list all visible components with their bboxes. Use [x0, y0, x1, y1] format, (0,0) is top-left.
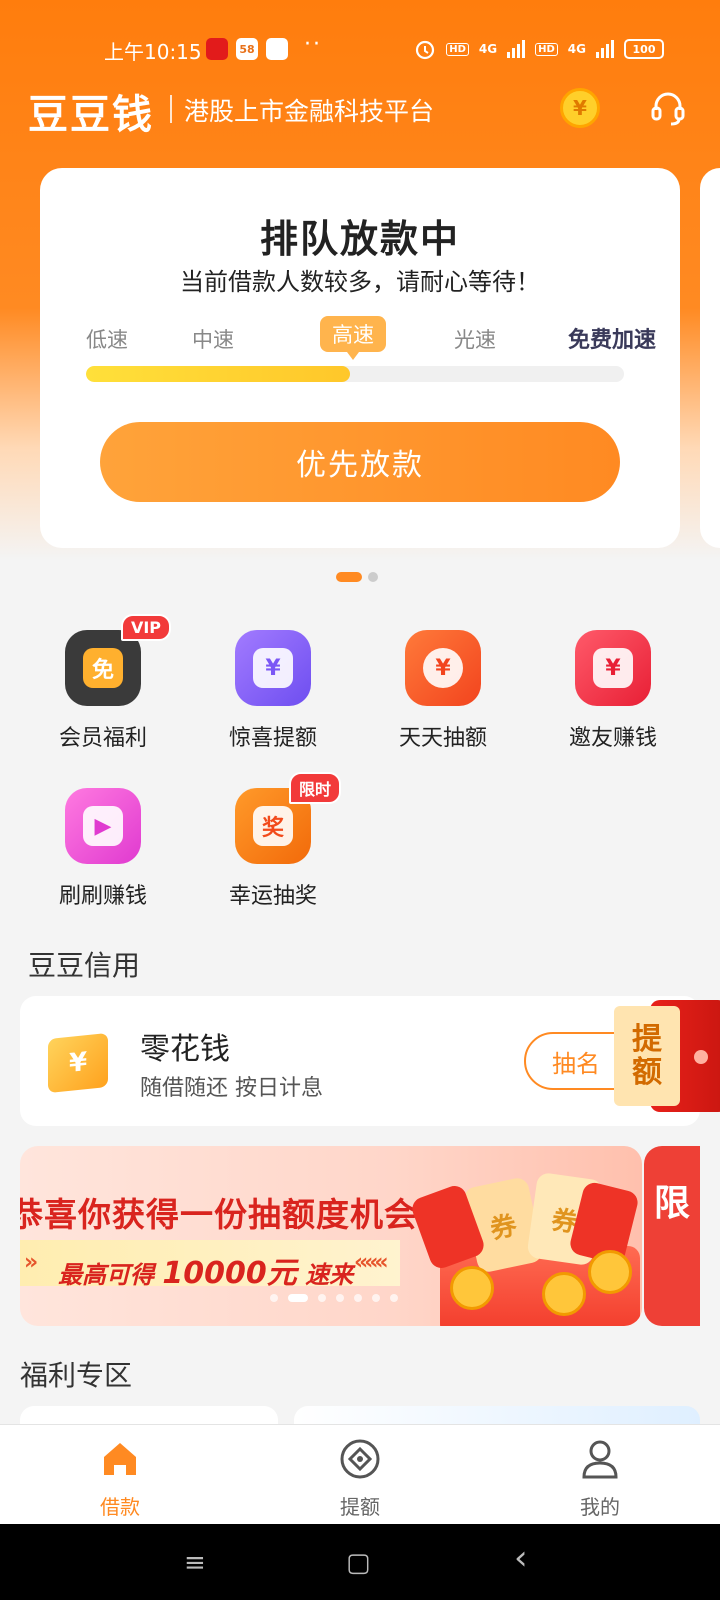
speed-progress-fill [86, 366, 350, 382]
vip-badge: VIP [120, 614, 171, 641]
priority-disburse-button[interactable]: 优先放款 [100, 422, 620, 502]
promo-pager [270, 1294, 398, 1302]
battery-icon: 100 [624, 39, 664, 59]
pager-dot [368, 572, 378, 582]
daily-draw-icon: ¥ [405, 630, 481, 706]
lucky-glyph: 奖 [253, 806, 293, 846]
raise-glyph: ¥ [253, 648, 293, 688]
menu-icon[interactable]: ≡ [184, 1548, 206, 1578]
signal-icon [507, 40, 526, 58]
video-glyph: ▶ [83, 806, 123, 846]
promo-sub-prefix: 最高可得 [58, 1261, 154, 1289]
draw-glyph: ¥ [423, 648, 463, 688]
gold-coin-icon [450, 1266, 494, 1310]
card-subtitle: 当前借款人数较多，请耐心等待！ [180, 268, 540, 296]
nav-label: 提额 [340, 1495, 380, 1519]
feature-label: 天天抽额 [398, 726, 487, 751]
network-type-1: 4G [478, 42, 498, 56]
speed-progress-bar [86, 366, 624, 382]
raise-tag-char-2: 额 [632, 1055, 662, 1090]
feature-surprise-raise[interactable]: ¥ 惊喜提额 [188, 630, 358, 752]
feature-label: 幸运抽奖 [228, 884, 317, 909]
video-play-icon: ▶ [65, 788, 141, 864]
speed-medium: 中速 [192, 328, 234, 352]
status-app-icons: 58 [206, 38, 288, 60]
raise-quota-tag[interactable]: 提 额 [614, 1006, 680, 1106]
hd-badge-icon-2: HD [535, 42, 558, 56]
cash-icon: ¥ [48, 1032, 108, 1094]
invite-glyph: ¥ [593, 648, 633, 688]
back-icon[interactable]: ‹ [514, 1538, 528, 1578]
promo-subtitle: 最高可得 10000元 速来 [58, 1248, 353, 1292]
nav-loan[interactable]: 借款 [60, 1437, 180, 1520]
credit-section-title: 豆豆信用 [28, 949, 141, 982]
card-title: 排队放款中 [259, 217, 460, 261]
nav-profile[interactable]: 我的 [540, 1437, 660, 1520]
speed-levels: 低速 中速 高速 光速 免费加速 [40, 316, 680, 360]
header-divider [170, 95, 172, 123]
app-logo: 豆豆钱 [28, 92, 154, 138]
nav-label: 借款 [100, 1495, 140, 1519]
feature-invite-earn[interactable]: ¥ 邀友赚钱 [528, 630, 698, 752]
app-58-icon: 58 [236, 38, 258, 60]
feature-watch-earn[interactable]: ▶ 刷刷赚钱 [18, 788, 188, 910]
feature-lucky-draw[interactable]: 奖 限时 幸运抽奖 [188, 772, 358, 910]
invite-envelope-icon: ¥ [575, 630, 651, 706]
welfare-section-title: 福利专区 [20, 1359, 133, 1392]
coin-icon[interactable]: ¥ [560, 88, 600, 128]
promo-title: 恭喜你获得一份抽额度机会 [20, 1195, 418, 1234]
member-ticket-icon: 免 VIP [65, 614, 171, 706]
status-time: 上午10:15 [104, 40, 202, 64]
promo-sub-suffix: 速来 [305, 1261, 354, 1289]
gold-coin-icon-3 [588, 1250, 632, 1294]
member-glyph: 免 [83, 648, 123, 688]
arrows-right-icon: ««« [354, 1250, 389, 1275]
loan-status-card: 排队放款中 当前借款人数较多，请耐心等待！ 低速 中速 高速 光速 免费加速 优… [40, 168, 680, 548]
play-store-icon [266, 38, 288, 60]
raise-tag-char-1: 提 [632, 1022, 662, 1057]
credit-product-card[interactable]: ¥ 零花钱 随借随还 按日计息 抽名 提 额 [20, 996, 720, 1126]
app-slogan: 港股上市金融科技平台 [184, 97, 435, 126]
system-nav-bar: ≡ ▢ ‹ [0, 1524, 720, 1600]
pager-dot-active [336, 572, 362, 582]
alarm-icon [416, 40, 435, 60]
next-card-peek[interactable] [700, 168, 720, 548]
home-icon [104, 1443, 136, 1475]
arrows-left-icon: » [24, 1250, 38, 1275]
feature-label: 惊喜提额 [228, 726, 317, 751]
feature-label: 会员福利 [58, 726, 147, 751]
person-icon [582, 1440, 618, 1479]
more-notifications-icon: ·· [304, 32, 322, 57]
feature-label: 刷刷赚钱 [58, 884, 147, 909]
speed-high-active: 高速 [320, 316, 386, 360]
limited-badge: 限时 [288, 772, 341, 804]
status-indicators: HD 4G HD 4G 100 [414, 38, 664, 60]
free-boost-link[interactable]: 免费加速 [568, 322, 656, 354]
nav-label: 我的 [580, 1495, 620, 1519]
home-button-icon[interactable]: ▢ [346, 1548, 371, 1578]
speed-light: 光速 [454, 328, 496, 352]
feature-daily-draw[interactable]: ¥ 天天抽额 [358, 630, 528, 752]
wallet-raise-icon: ¥ [235, 630, 311, 706]
next-promo-peek[interactable]: 限 [644, 1146, 700, 1326]
nav-raise[interactable]: 提额 [300, 1437, 420, 1520]
lucky-draw-icon: 奖 限时 [235, 772, 341, 864]
credit-product-desc: 随借随还 按日计息 [140, 1076, 323, 1101]
hd-badge-icon: HD [446, 42, 469, 56]
gold-coin-icon-2 [542, 1272, 586, 1316]
speed-low: 低速 [86, 328, 128, 352]
bottom-nav: 借款 提额 我的 [0, 1424, 720, 1524]
card-pager [336, 572, 378, 582]
feature-label: 邀友赚钱 [568, 726, 657, 751]
signal-icon-2 [596, 40, 614, 58]
customer-service-icon[interactable] [648, 88, 688, 128]
credit-product-name: 零花钱 [140, 1032, 230, 1067]
network-type-2: 4G [567, 42, 586, 56]
diamond-circle-icon [340, 1439, 380, 1479]
news-app-icon [206, 38, 228, 60]
app-header: 豆豆钱 港股上市金融科技平台 ¥ [0, 80, 720, 140]
feature-member-benefits[interactable]: 免 VIP 会员福利 [18, 614, 188, 752]
status-bar: 上午10:15 58 ·· HD 4G HD 4G 100 [0, 30, 720, 70]
promo-amount: 10000元 [162, 1256, 297, 1291]
